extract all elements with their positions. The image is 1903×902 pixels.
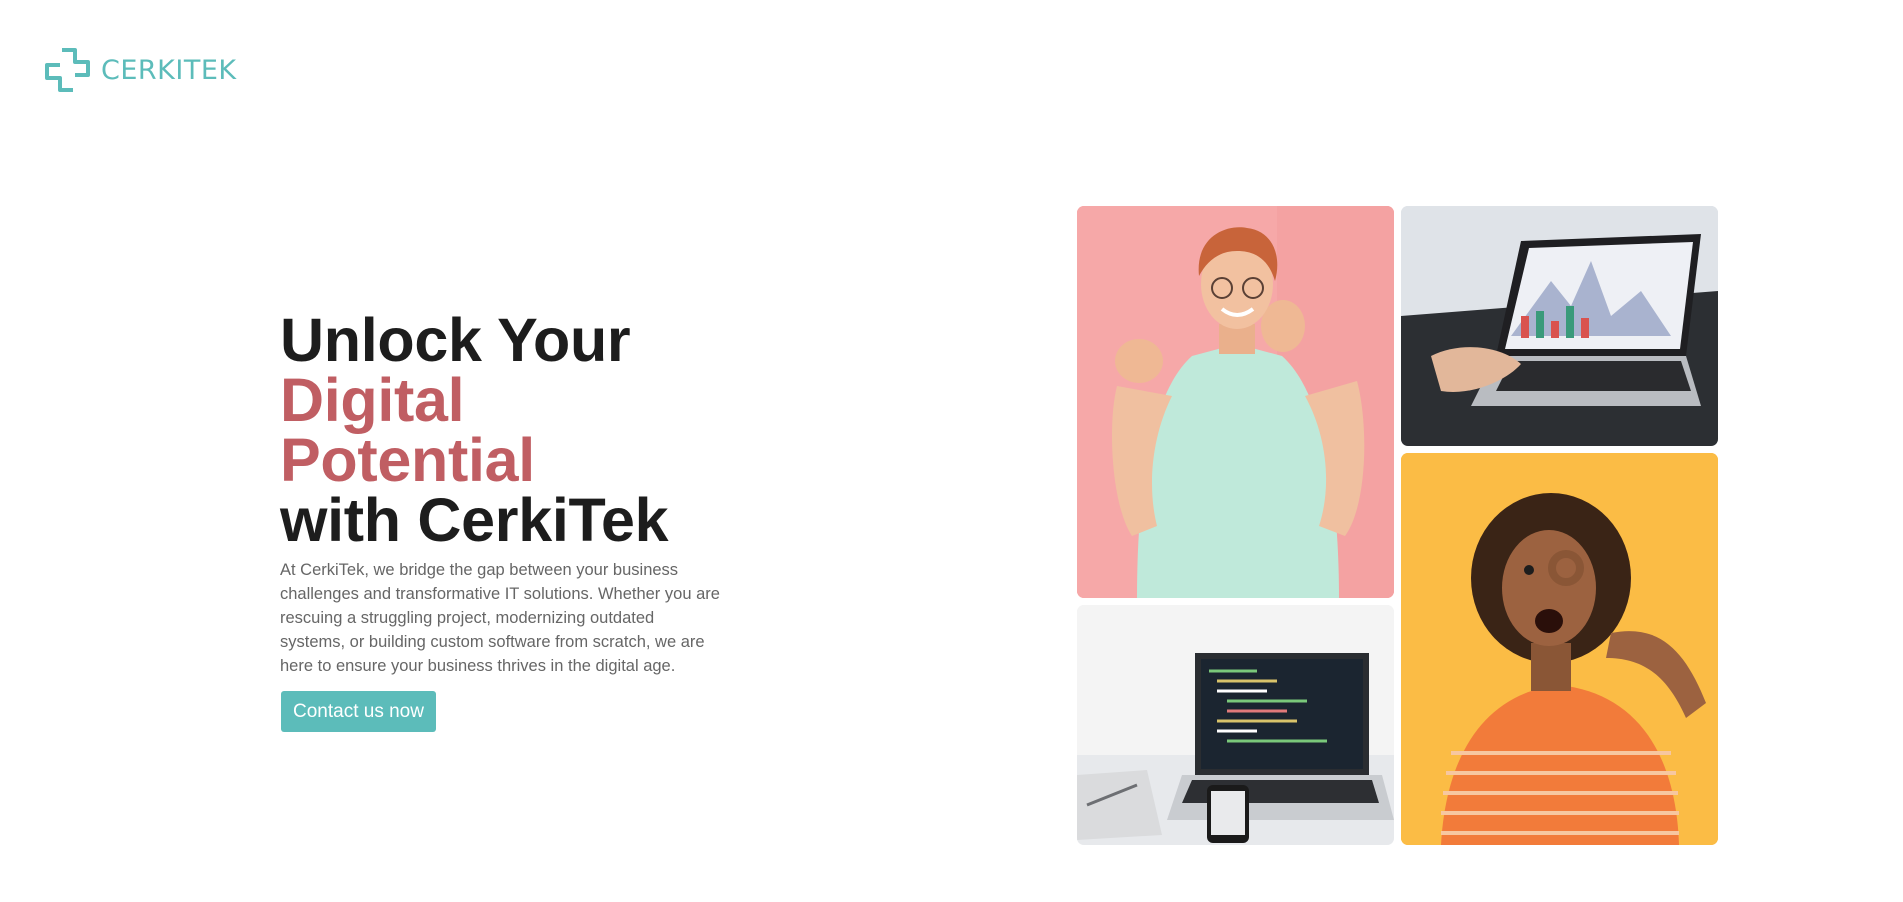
headline-line-2: Digital: [280, 366, 465, 434]
laptop-code-photo: [1077, 605, 1394, 845]
hero-headline: Unlock Your Digital Potential with Cerki…: [280, 306, 740, 554]
brand-logo[interactable]: CERKITEK: [44, 47, 237, 93]
brand-name: CERKITEK: [101, 54, 237, 86]
contact-us-button[interactable]: Contact us now: [281, 691, 436, 732]
headline-line-1: Unlock Your: [280, 306, 631, 374]
hero-section: Unlock Your Digital Potential with Cerki…: [280, 310, 740, 732]
man-pointing-photo: [1077, 206, 1394, 598]
laptop-chart-photo: [1401, 206, 1718, 446]
headline-line-3: Potential: [280, 426, 535, 494]
logo-icon: [45, 48, 90, 92]
woman-ok-gesture-photo: [1401, 453, 1718, 845]
headline-line-4: with CerkiTek: [280, 486, 669, 554]
hero-description: At CerkiTek, we bridge the gap between y…: [280, 561, 720, 675]
